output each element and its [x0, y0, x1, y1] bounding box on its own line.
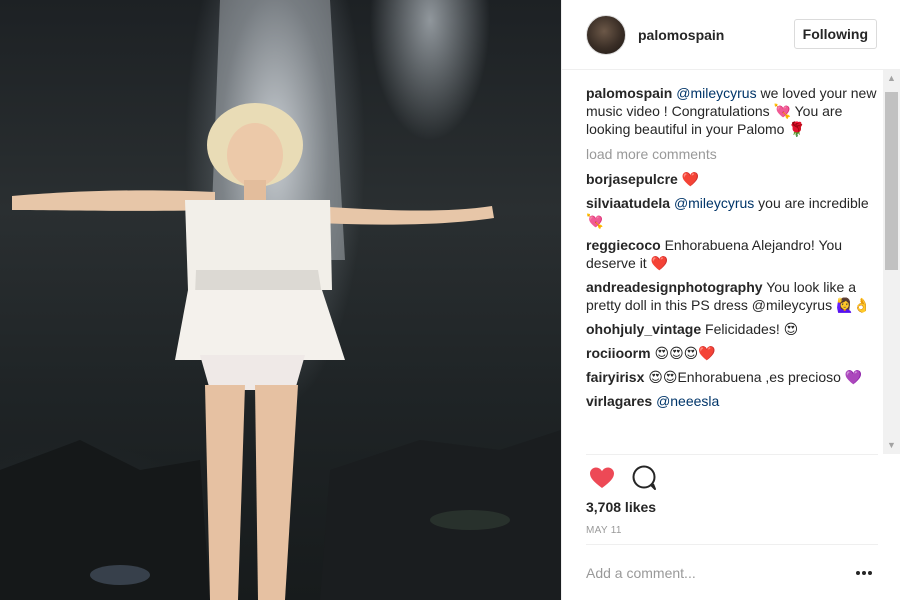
comment-mention[interactable]: @mileycyrus	[674, 195, 754, 211]
comment-username[interactable]: rociioorm	[586, 345, 651, 361]
comment-mention[interactable]: @neeesla	[656, 393, 719, 409]
comment-item: borjasepulcre ❤️	[586, 170, 882, 188]
comments-scrollbar[interactable]: ▲ ▼	[883, 70, 900, 454]
load-more-comments-link[interactable]: load more comments	[586, 146, 882, 162]
following-button[interactable]: Following	[793, 19, 877, 49]
comment-item: andreadesignphotography You look like a …	[586, 278, 882, 314]
author-avatar[interactable]	[586, 14, 626, 55]
comment-username[interactable]: silviaatudela	[586, 195, 670, 211]
post-header: palomospain Following	[562, 0, 900, 70]
scroll-down-arrow-icon[interactable]: ▼	[883, 437, 900, 454]
comment-username[interactable]: virlagares	[586, 393, 652, 409]
author-username[interactable]: palomospain	[638, 27, 724, 43]
comment-item: silviaatudela @mileycyrus you are incred…	[586, 194, 882, 230]
comment-item: fairyirisx 😍😍Enhorabuena ,es precioso 💜	[586, 368, 882, 386]
comment-bubble-icon[interactable]	[628, 462, 660, 494]
post-actions	[586, 462, 670, 494]
comment-item: rociioorm 😍😍😍❤️	[586, 344, 882, 362]
divider	[586, 544, 878, 545]
post-photo[interactable]	[0, 0, 561, 600]
comment-item: reggiecoco Enhorabuena Alejandro! You de…	[586, 236, 882, 272]
comment-text: 😍😍Enhorabuena ,es precioso 💜	[644, 369, 863, 385]
add-comment-input[interactable]	[586, 558, 832, 588]
instagram-post-modal: palomospain Following palomospain @miley…	[0, 0, 900, 600]
post-date: MAY 11	[586, 525, 622, 536]
heart-icon[interactable]	[586, 462, 618, 494]
comment-text: ❤️	[677, 171, 700, 187]
comment-text: 😍😍😍❤️	[650, 345, 716, 361]
scroll-up-arrow-icon[interactable]: ▲	[883, 70, 900, 87]
comment-item: virlagares @neeesla	[586, 392, 882, 410]
post-caption: palomospain @mileycyrus we loved your ne…	[586, 84, 882, 138]
comment-username[interactable]: reggiecoco	[586, 237, 661, 253]
post-side-panel: palomospain Following palomospain @miley…	[561, 0, 900, 600]
comment-username[interactable]: ohohjuly_vintage	[586, 321, 701, 337]
caption-mention[interactable]: @mileycyrus	[676, 85, 756, 101]
more-options-icon[interactable]	[852, 565, 876, 581]
comments-list: palomospain @mileycyrus we loved your ne…	[586, 78, 882, 454]
comment-username[interactable]: fairyirisx	[586, 369, 644, 385]
caption-username[interactable]: palomospain	[586, 85, 672, 101]
comment-username[interactable]: borjasepulcre	[586, 171, 678, 187]
photo-illustration	[0, 0, 561, 600]
comment-item: ohohjuly_vintage Felicidades! 😍	[586, 320, 882, 338]
likes-count[interactable]: 3,708 likes	[586, 499, 656, 515]
scrollbar-thumb[interactable]	[885, 92, 898, 270]
divider	[586, 454, 878, 455]
comment-text: Felicidades! 😍	[701, 321, 799, 337]
comment-username[interactable]: andreadesignphotography	[586, 279, 763, 295]
